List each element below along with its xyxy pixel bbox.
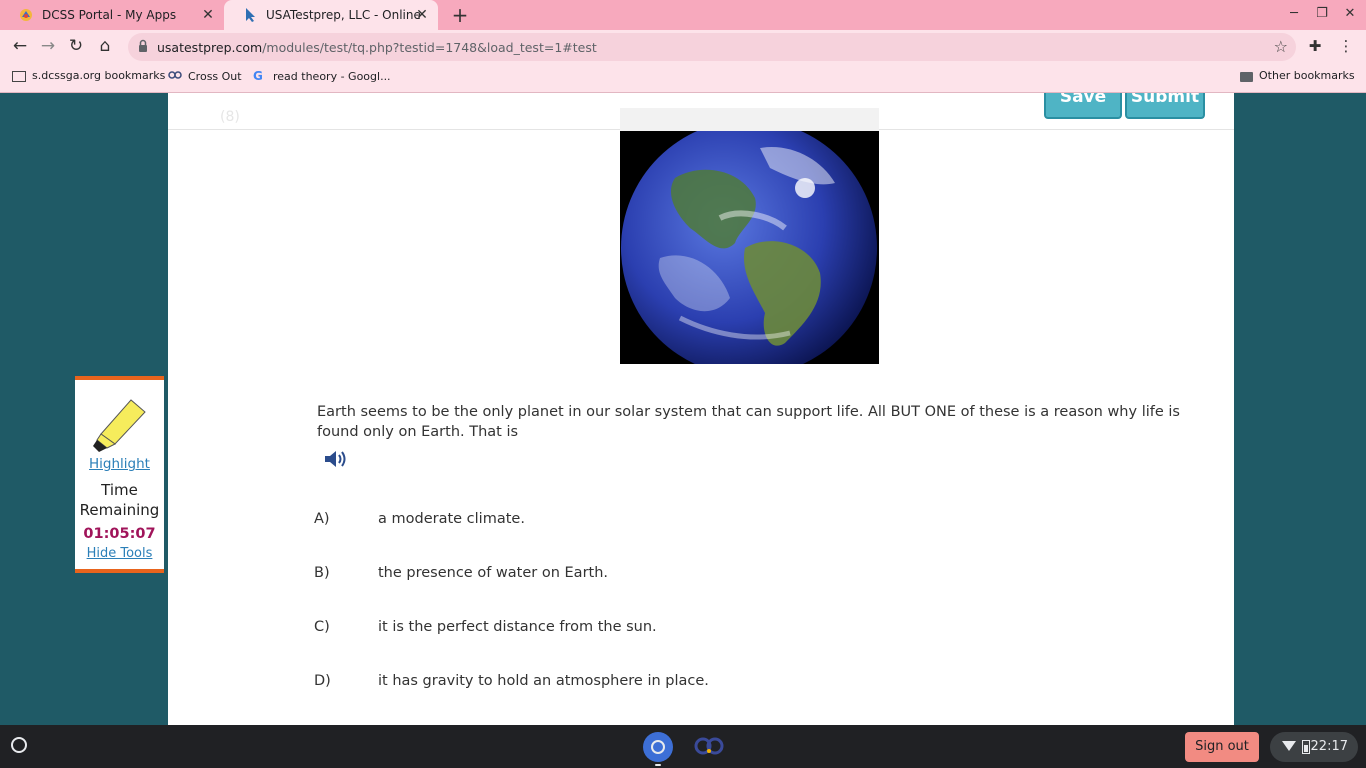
question-number: (8)	[220, 109, 240, 125]
folder-icon	[12, 71, 26, 82]
bookmarks-bar: s.dcssga.org bookmarks Cross Out G read …	[0, 63, 1366, 93]
folder-icon	[1240, 71, 1253, 82]
tab-title: USATestprep, LLC - Online State-S	[266, 8, 421, 22]
back-icon[interactable]: ←	[10, 36, 30, 56]
hide-tools-link[interactable]: Hide Tools	[75, 546, 164, 561]
close-tab-icon[interactable]: ✕	[414, 7, 430, 23]
running-indicator	[655, 764, 661, 766]
tools-panel: Highlight Time Remaining 01:05:07 Hide T…	[75, 376, 164, 573]
wifi-icon	[1282, 741, 1296, 751]
time-remaining: 01:05:07	[83, 526, 156, 542]
chrome-app-icon[interactable]	[643, 732, 673, 762]
choice-letter: B)	[314, 565, 330, 581]
tab-usatestprep[interactable]: USATestprep, LLC - Online State-S ✕	[224, 0, 438, 30]
forward-icon[interactable]: →	[38, 36, 58, 56]
bookmark-label: s.dcssga.org bookmarks	[32, 69, 166, 82]
choice-letter: D)	[314, 673, 331, 689]
google-icon: G	[253, 69, 263, 83]
choice-text: a moderate climate.	[378, 511, 525, 527]
owl-app-icon[interactable]	[694, 735, 724, 757]
launcher-icon[interactable]	[11, 737, 27, 753]
tab-dcss-portal[interactable]: DCSS Portal - My Apps ✕	[0, 0, 224, 30]
tab-strip: DCSS Portal - My Apps ✕ USATestprep, LLC…	[0, 0, 1366, 30]
bookmark-cross-out[interactable]: Cross Out	[168, 69, 242, 83]
choice-letter: C)	[314, 619, 330, 635]
question-text: Earth seems to be the only planet in our…	[317, 404, 1180, 440]
extensions-icon[interactable]: ✚	[1306, 37, 1324, 55]
test-content: (8) Save Submit Earth seems to be the on…	[168, 93, 1234, 725]
bookmark-read-theory[interactable]: G read theory - Googl...	[253, 69, 391, 83]
browser-toolbar: ← → ↻ ⌂ usatestprep.com/modules/test/tq.…	[0, 30, 1366, 63]
earth-image	[620, 108, 879, 364]
choice-text: it has gravity to hold an atmosphere in …	[378, 673, 709, 689]
close-window-icon[interactable]: ✕	[1342, 6, 1358, 22]
dcss-favicon-icon	[18, 7, 34, 23]
url-text: usatestprep.com/modules/test/tq.php?test…	[157, 40, 597, 55]
lock-icon	[139, 39, 147, 52]
time-label-line1: Time	[101, 481, 138, 499]
bookmark-dcssga[interactable]: s.dcssga.org bookmarks	[12, 69, 165, 82]
address-bar[interactable]: usatestprep.com/modules/test/tq.php?test…	[128, 33, 1296, 61]
close-tab-icon[interactable]: ✕	[200, 7, 216, 23]
status-tray[interactable]: 22:17	[1270, 732, 1358, 762]
other-bookmarks[interactable]: Other bookmarks	[1240, 69, 1355, 82]
save-button[interactable]: Save	[1044, 93, 1122, 119]
restore-icon[interactable]: ❐	[1314, 6, 1330, 22]
battery-icon	[1302, 740, 1310, 754]
new-tab-button[interactable]: +	[450, 5, 470, 25]
highlighter-icon[interactable]	[89, 394, 149, 452]
other-bookmarks-label: Other bookmarks	[1259, 69, 1355, 82]
bookmark-label: read theory - Googl...	[273, 69, 391, 83]
choice-text: it is the perfect distance from the sun.	[378, 619, 657, 635]
page-viewport: (8) Save Submit Earth seems to be the on…	[0, 93, 1366, 725]
highlight-link[interactable]: Highlight	[75, 456, 164, 472]
minimize-icon[interactable]: ─	[1286, 6, 1302, 22]
choice-text: the presence of water on Earth.	[378, 565, 609, 581]
owl-icon	[168, 69, 182, 83]
bookmark-star-icon[interactable]: ☆	[1274, 37, 1288, 56]
url-path: /modules/test/tq.php?testid=1748&load_te…	[262, 40, 597, 55]
home-icon[interactable]: ⌂	[95, 36, 115, 56]
reload-icon[interactable]: ↻	[66, 36, 86, 56]
choice-letter: A)	[314, 511, 330, 527]
sign-out-button[interactable]: Sign out	[1185, 732, 1259, 762]
time-label-line2: Remaining	[79, 501, 160, 519]
os-shelf: Sign out 22:17	[0, 725, 1366, 768]
bookmark-label: Cross Out	[188, 69, 242, 83]
submit-button[interactable]: Submit	[1125, 93, 1205, 119]
url-domain: usatestprep.com	[157, 40, 263, 55]
audio-speaker-icon[interactable]	[323, 448, 349, 470]
menu-icon[interactable]: ⋮	[1337, 37, 1355, 55]
usatestprep-favicon-icon	[242, 7, 258, 23]
clock: 22:17	[1310, 739, 1348, 754]
tab-title: DCSS Portal - My Apps	[42, 8, 177, 22]
